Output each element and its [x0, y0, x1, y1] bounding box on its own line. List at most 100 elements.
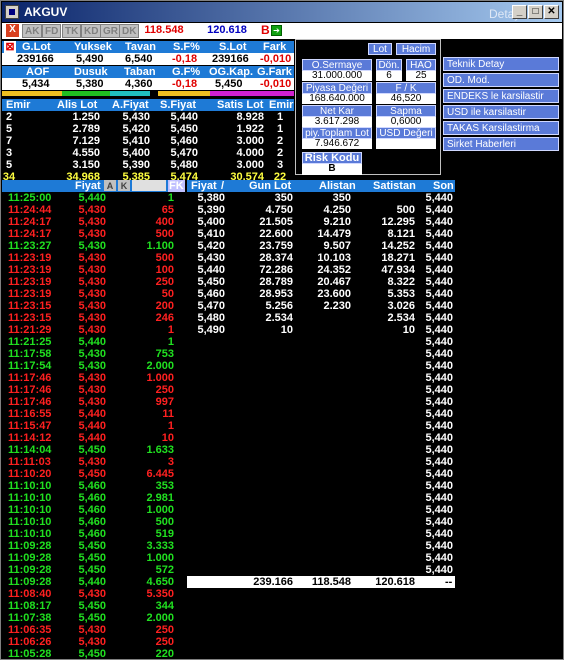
trade-row[interactable]: 11:17:58 5,430 753 — [2, 348, 184, 360]
trade-row[interactable]: 11:11:03 5,430 3 — [2, 456, 184, 468]
trade-row[interactable]: 11:06:35 5,430 250 — [2, 624, 184, 636]
volume-cell: 5,440 — [425, 204, 453, 216]
trade-row[interactable]: 11:23:19 5,430 50 — [2, 288, 184, 300]
trade-time: 11:21:25 — [8, 336, 52, 348]
side-button-2[interactable]: ENDEKS le karsilastir — [443, 89, 559, 103]
trade-row[interactable]: 11:25:00 5,440 1 — [2, 192, 184, 204]
trade-row[interactable]: 11:24:17 5,430 500 — [2, 228, 184, 240]
trade-row[interactable]: 11:17:46 5,430 997 — [2, 396, 184, 408]
trade-row[interactable]: 11:21:25 5,440 1 — [2, 336, 184, 348]
trade-lot: 753 — [155, 348, 174, 360]
depth-cell: 1.250 — [72, 111, 100, 123]
hdr-gfark: G.Fark — [257, 66, 292, 78]
trade-time: 11:09:28 — [8, 576, 52, 588]
val-aof: 5,434 — [22, 78, 50, 90]
summary-values-1: 239166 5,490 6,540 -0,18 239166 -0,010 — [2, 53, 294, 65]
trade-time: 11:23:19 — [8, 264, 52, 276]
hdr-fk[interactable]: FK — [168, 180, 185, 192]
val-taban: 4,360 — [125, 78, 153, 90]
son-cell: 5,440 — [425, 564, 453, 576]
trade-row[interactable]: 11:10:10 5,460 500 — [2, 516, 184, 528]
trade-row[interactable]: 11:24:44 5,430 65 — [2, 204, 184, 216]
side-button-1[interactable]: OD. Mod. — [443, 73, 559, 87]
trade-row[interactable]: 11:23:15 5,430 246 — [2, 312, 184, 324]
trade-row[interactable]: 11:05:28 5,450 220 — [2, 648, 184, 659]
trade-row[interactable]: 11:23:27 5,430 1.100 — [2, 240, 184, 252]
trade-time: 11:10:10 — [8, 480, 52, 492]
trade-row[interactable]: 11:14:04 5,450 1.633 — [2, 444, 184, 456]
trade-lot: 1.633 — [146, 444, 174, 456]
trade-lot: 250 — [155, 384, 174, 396]
trade-price: 5,460 — [78, 516, 106, 528]
tab-ak[interactable]: AK — [22, 24, 43, 38]
minimize-icon[interactable]: _ — [512, 5, 527, 19]
trade-row[interactable]: 11:08:40 5,430 5.350 — [2, 588, 184, 600]
trade-row[interactable]: 11:24:17 5,430 400 — [2, 216, 184, 228]
trade-row[interactable]: 11:10:10 5,460 2.981 — [2, 492, 184, 504]
trade-row[interactable]: 11:21:29 5,430 1 — [2, 324, 184, 336]
val-glot: 239166 — [17, 53, 54, 65]
side-button-5[interactable]: Sirket Haberleri — [443, 137, 559, 151]
trade-time: 11:08:17 — [8, 600, 52, 612]
trade-row[interactable]: 11:23:19 5,430 250 — [2, 276, 184, 288]
sort-a-button[interactable]: A — [104, 180, 116, 191]
tab-dk[interactable]: DK — [119, 24, 140, 38]
trade-row[interactable]: 11:09:28 5,450 3.333 — [2, 540, 184, 552]
title-bar[interactable]: AKGUV Detay _ □ ✕ — [2, 2, 562, 22]
usd-button[interactable]: USD Değeri — [376, 127, 436, 139]
trade-row[interactable]: 11:06:26 5,430 250 — [2, 636, 184, 648]
trade-row[interactable]: 11:08:17 5,450 344 — [2, 600, 184, 612]
depth-cell: 5,390 — [122, 159, 150, 171]
close-symbol-button[interactable]: X — [6, 24, 19, 37]
go-arrow-icon[interactable]: ➔ — [271, 25, 282, 36]
close-icon[interactable]: ✕ — [544, 5, 559, 19]
trade-row[interactable]: 11:23:15 5,430 200 — [2, 300, 184, 312]
trade-row[interactable]: 11:10:20 5,450 6.445 — [2, 468, 184, 480]
filter-input[interactable] — [132, 180, 166, 191]
trade-row[interactable]: 11:23:19 5,430 100 — [2, 264, 184, 276]
hdr-tavan: Tavan — [125, 41, 156, 53]
trade-row[interactable]: 11:07:38 5,450 2.000 — [2, 612, 184, 624]
tab-fd[interactable]: FD — [42, 24, 62, 38]
son-cell: 5,440 — [425, 456, 453, 468]
side-button-0[interactable]: Teknik Detay — [443, 57, 559, 71]
expand-icon[interactable]: ⊠ — [4, 41, 16, 53]
trade-price: 5,450 — [78, 552, 106, 564]
tab-gr[interactable]: GR — [100, 24, 121, 38]
tab-tk[interactable]: TK — [62, 24, 82, 38]
trade-row[interactable]: 11:23:19 5,430 500 — [2, 252, 184, 264]
volume-cell: 20.467 — [317, 276, 351, 288]
volume-cell: 5.256 — [265, 300, 293, 312]
trade-row[interactable]: 11:17:46 5,430 1.000 — [2, 372, 184, 384]
volume-cell: 18.271 — [381, 252, 415, 264]
depth-cell: 7.129 — [72, 135, 100, 147]
son-cell: 5,440 — [425, 396, 453, 408]
trade-row[interactable]: 11:15:47 5,440 1 — [2, 420, 184, 432]
trade-row[interactable]: 11:17:54 5,430 2.000 — [2, 360, 184, 372]
trade-row[interactable]: 11:09:28 5,450 572 — [2, 564, 184, 576]
maximize-icon[interactable]: □ — [528, 5, 543, 19]
tab-kd[interactable]: KD — [81, 24, 102, 38]
trade-row[interactable]: 11:09:28 5,440 4.650 — [2, 576, 184, 588]
sort-k-button[interactable]: K — [118, 180, 130, 191]
trade-row[interactable]: 11:17:46 5,430 250 — [2, 384, 184, 396]
trade-lot: 6.445 — [146, 468, 174, 480]
trade-price: 5,440 — [78, 408, 106, 420]
side-button-4[interactable]: TAKAS Karsilastirma — [443, 121, 559, 135]
side-button-3[interactable]: USD ile karsilastir — [443, 105, 559, 119]
trade-row[interactable]: 11:09:28 5,450 1.000 — [2, 552, 184, 564]
trade-row[interactable]: 11:16:55 5,440 11 — [2, 408, 184, 420]
trade-price: 5,460 — [78, 480, 106, 492]
hacim-button[interactable]: Hacim — [396, 43, 436, 55]
trade-row[interactable]: 11:10:10 5,460 519 — [2, 528, 184, 540]
trade-price: 5,430 — [78, 396, 106, 408]
val-fark: -0,010 — [260, 53, 292, 65]
lot-button[interactable]: Lot — [368, 43, 392, 55]
trade-row[interactable]: 11:10:10 5,460 1.000 — [2, 504, 184, 516]
trade-row[interactable]: 11:14:12 5,440 10 — [2, 432, 184, 444]
volume-cell: 5,390 — [197, 204, 225, 216]
trade-row[interactable]: 11:10:10 5,460 353 — [2, 480, 184, 492]
volume-row: 5,380 350 350 5,440 — [187, 192, 455, 204]
hdr-emir-sell: Emir — [269, 99, 294, 111]
trade-price: 5,440 — [78, 192, 106, 204]
